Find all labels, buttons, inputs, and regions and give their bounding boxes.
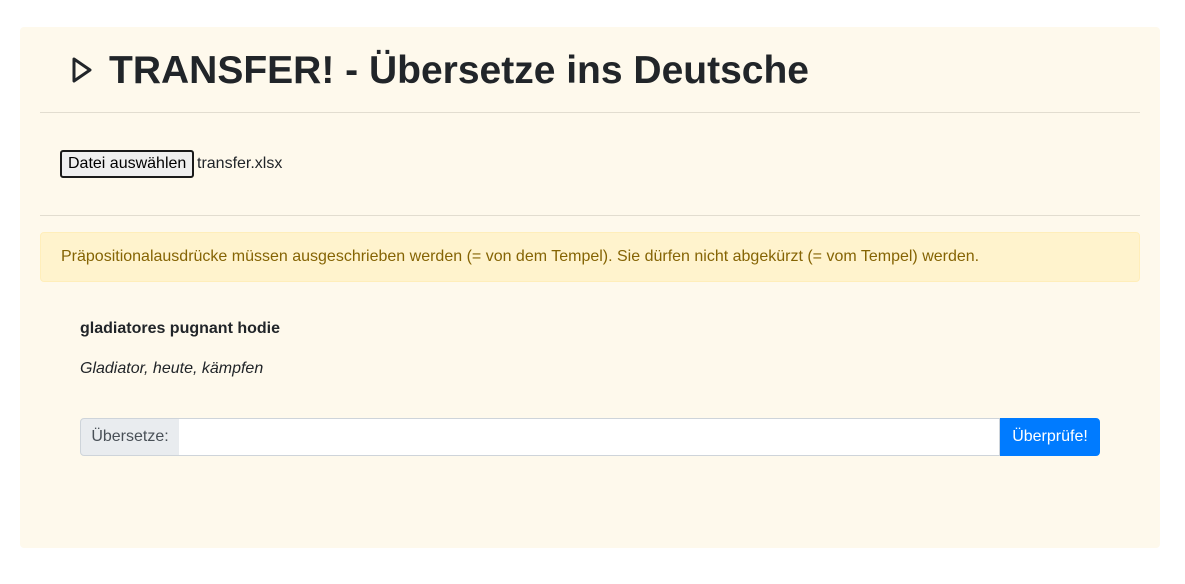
selected-file-name: transfer.xlsx	[197, 155, 283, 172]
translate-prefix-label: Übersetze:	[80, 418, 180, 456]
translation-input[interactable]	[179, 418, 1000, 456]
main-card: TRANSFER! - Übersetze ins Deutsche Datei…	[20, 27, 1160, 548]
translation-input-group: Übersetze: Überprüfe!	[80, 418, 1100, 456]
vocabulary-hint: Gladiator, heute, kämpfen	[80, 360, 264, 377]
page-header: TRANSFER! - Übersetze ins Deutsche	[40, 27, 1140, 113]
choose-file-button[interactable]: Datei auswählen	[60, 150, 195, 178]
play-outline-icon	[72, 57, 92, 83]
alert-text: Präpositionalausdrücke müssen ausgeschri…	[61, 248, 980, 265]
warning-alert: Präpositionalausdrücke müssen ausgeschri…	[40, 232, 1140, 282]
latin-sentence: gladiatores pugnant hodie	[80, 320, 281, 337]
check-button[interactable]: Überprüfe!	[1000, 418, 1100, 456]
file-upload-row: Datei auswählen transfer.xlsx	[40, 113, 1140, 216]
page-title: TRANSFER! - Übersetze ins Deutsche	[109, 49, 809, 92]
